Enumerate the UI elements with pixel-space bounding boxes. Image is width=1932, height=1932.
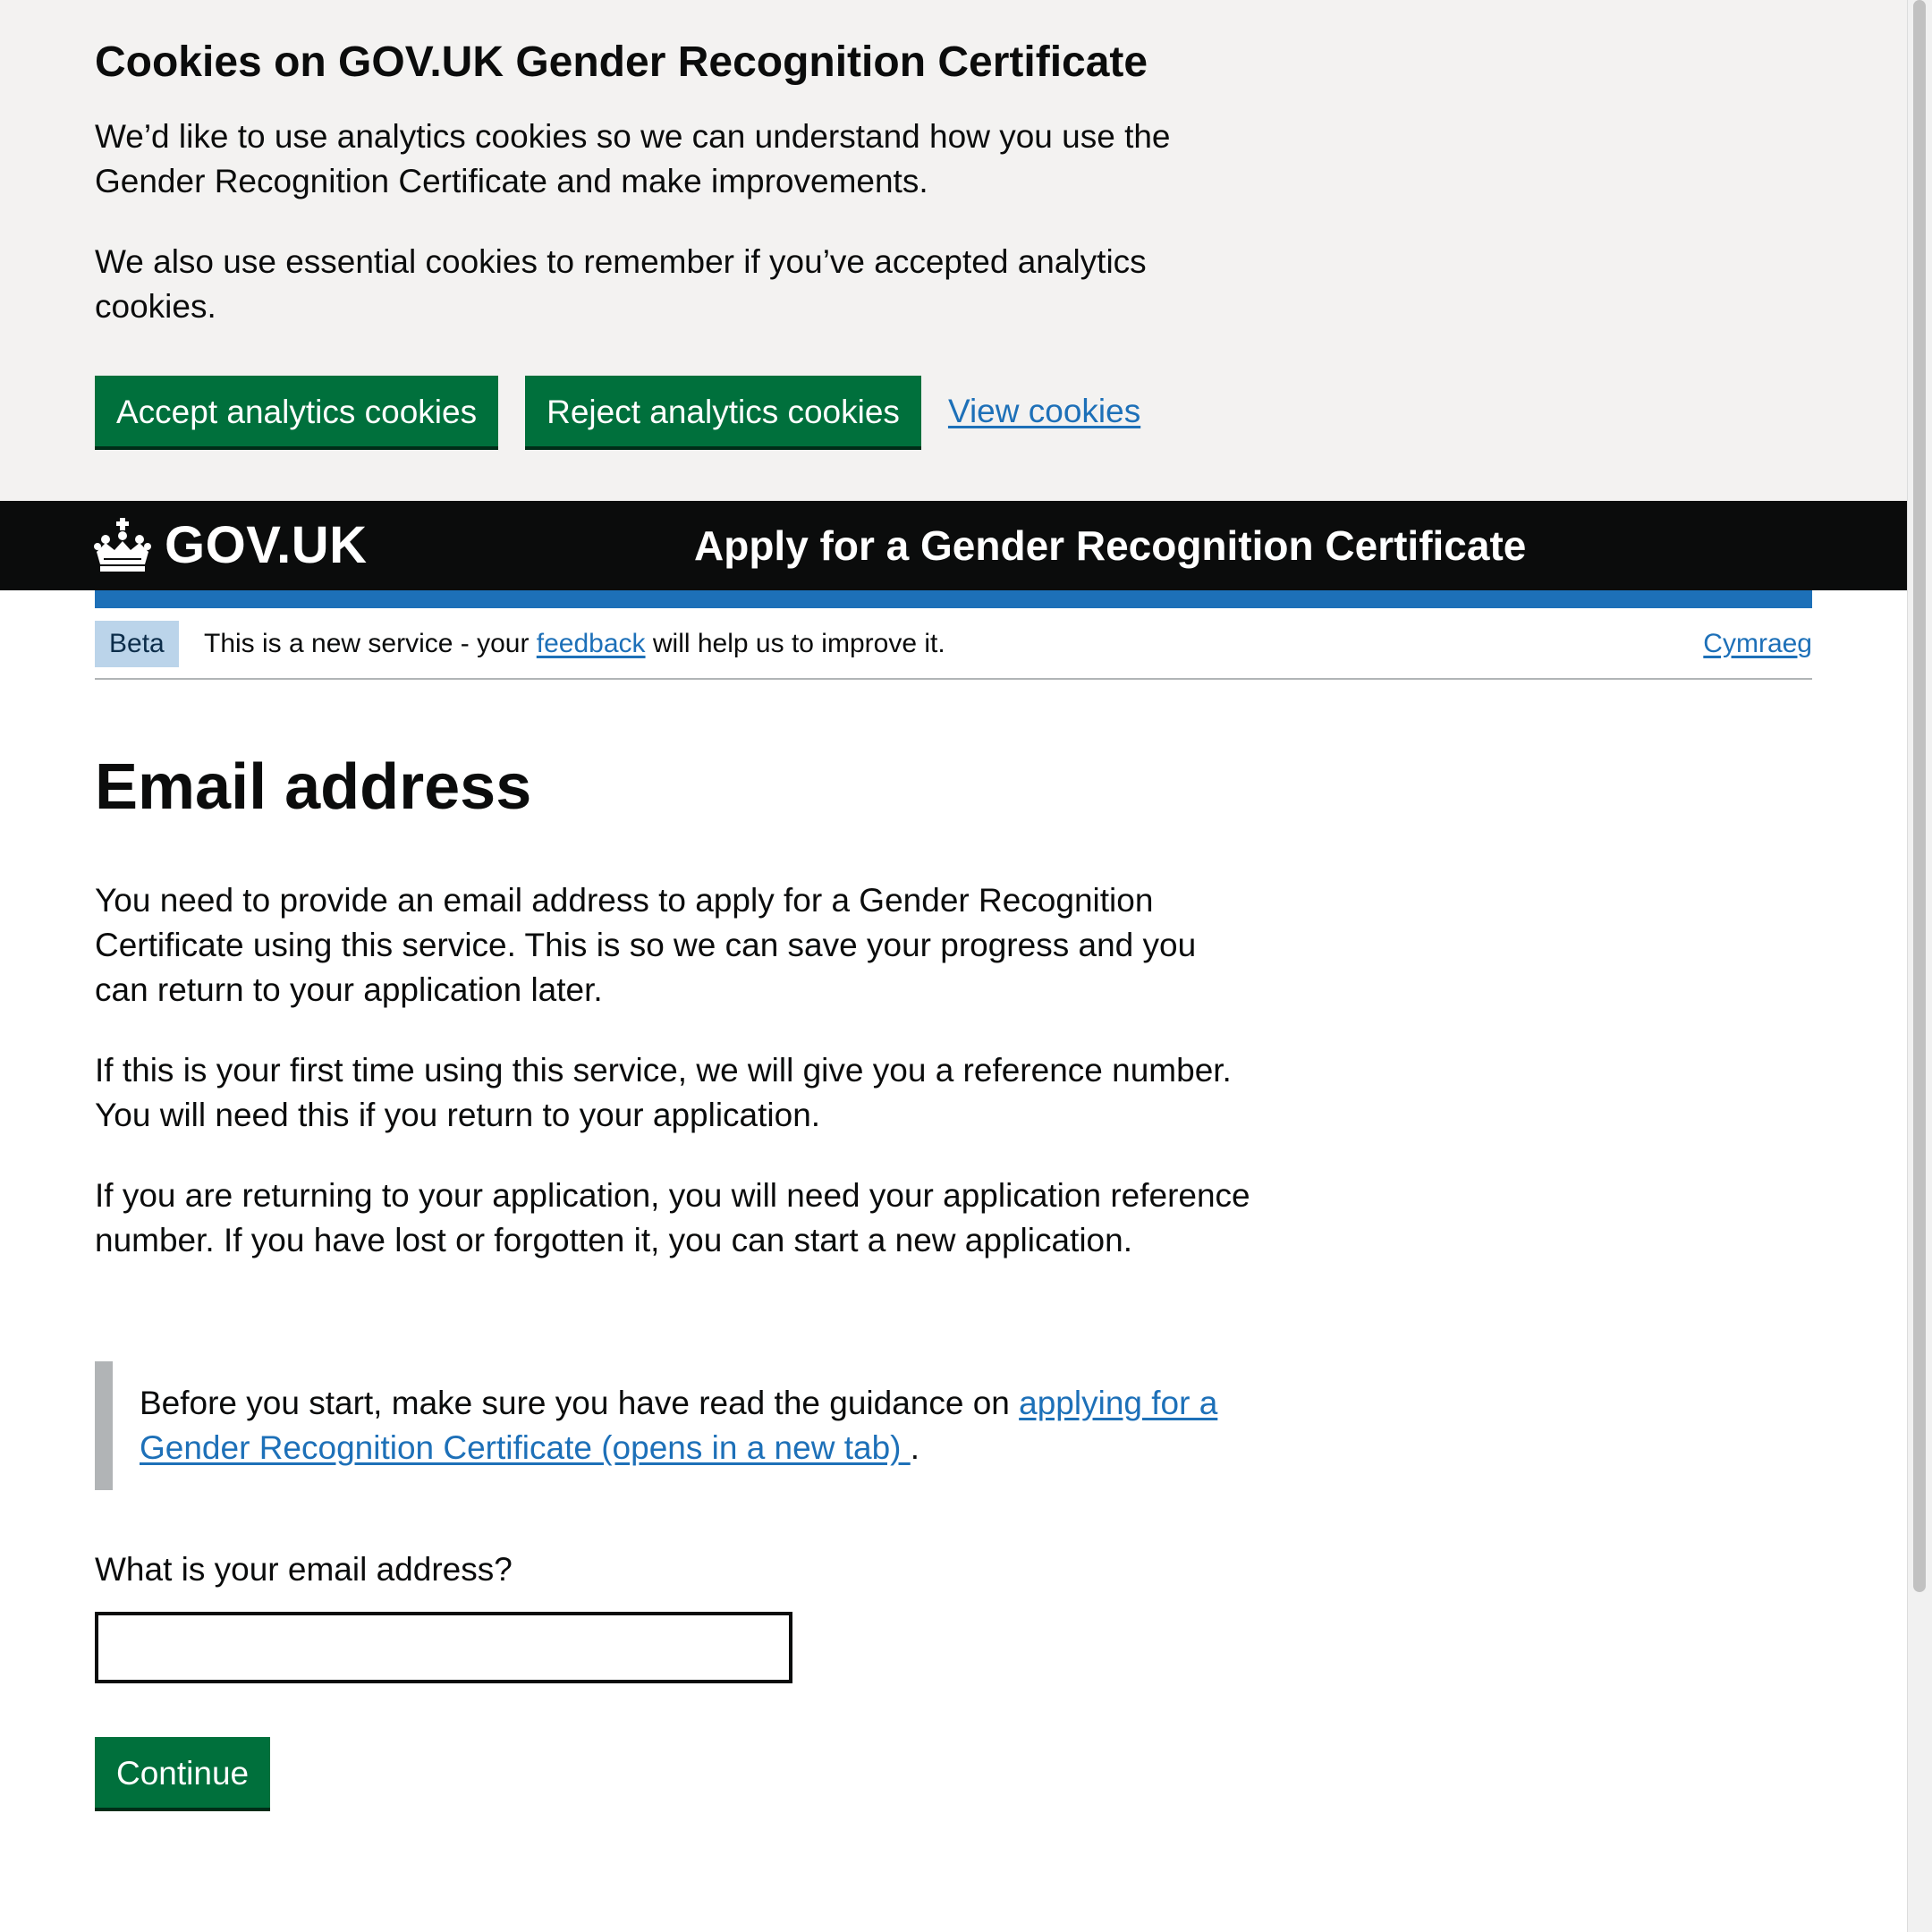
phase-banner: Beta This is a new service - your feedba…: [95, 621, 1812, 680]
guidance-text: Before you start, make sure you have rea…: [140, 1381, 1258, 1470]
returning-paragraph: If you are returning to your application…: [95, 1177, 1250, 1258]
reject-cookies-button[interactable]: Reject analytics cookies: [525, 376, 921, 446]
cookie-banner: Cookies on GOV.UK Gender Recognition Cer…: [0, 0, 1907, 501]
reference-paragraph: If this is your first time using this se…: [95, 1052, 1232, 1133]
language-toggle-link[interactable]: Cymraeg: [1703, 621, 1812, 667]
crown-icon: [94, 517, 151, 572]
view-cookies-link[interactable]: View cookies: [948, 393, 1140, 430]
header-blue-bar: [95, 590, 1812, 608]
scrollbar-thumb[interactable]: [1913, 0, 1926, 1592]
main-content: Email address You need to provide an ema…: [95, 742, 1258, 1808]
page-scrollbar[interactable]: [1907, 0, 1932, 1932]
guidance-text-before: Before you start, make sure you have rea…: [140, 1385, 1020, 1421]
phase-text-before: This is a new service - your: [204, 629, 537, 658]
email-input[interactable]: [95, 1612, 792, 1683]
continue-button[interactable]: Continue: [95, 1737, 271, 1808]
cookie-banner-actions: Accept analytics cookies Reject analytic…: [95, 376, 1140, 446]
cookie-banner-text: We’d like to use analytics cookies so we…: [95, 118, 1171, 199]
phase-text-after: will help us to improve it.: [645, 629, 945, 658]
feedback-link[interactable]: feedback: [537, 629, 646, 658]
service-name-link[interactable]: Apply for a Gender Recognition Certifica…: [694, 521, 1526, 571]
govuk-logo-link[interactable]: GOV.UK: [93, 515, 367, 575]
beta-tag: Beta: [95, 621, 179, 667]
phase-banner-text: This is a new service - your feedback wi…: [204, 621, 945, 667]
cookie-banner-content: Cookies on GOV.UK Gender Recognition Cer…: [95, 34, 1258, 329]
page-title: Email address: [95, 751, 532, 823]
guidance-inset: Before you start, make sure you have rea…: [95, 1361, 1258, 1490]
govuk-logo-text: GOV.UK: [165, 516, 368, 574]
accept-cookies-button[interactable]: Accept analytics cookies: [95, 376, 499, 446]
site-header: GOV.UK Apply for a Gender Recognition Ce…: [0, 501, 1907, 590]
guidance-text-after: .: [910, 1429, 920, 1466]
email-label: What is your email address?: [95, 1551, 513, 1588]
intro-paragraph: You need to provide an email address to …: [95, 882, 1197, 1008]
cookie-banner-title: Cookies on GOV.UK Gender Recognition Cer…: [95, 38, 1148, 86]
cookie-banner-text: We also use essential cookies to remembe…: [95, 243, 1147, 325]
